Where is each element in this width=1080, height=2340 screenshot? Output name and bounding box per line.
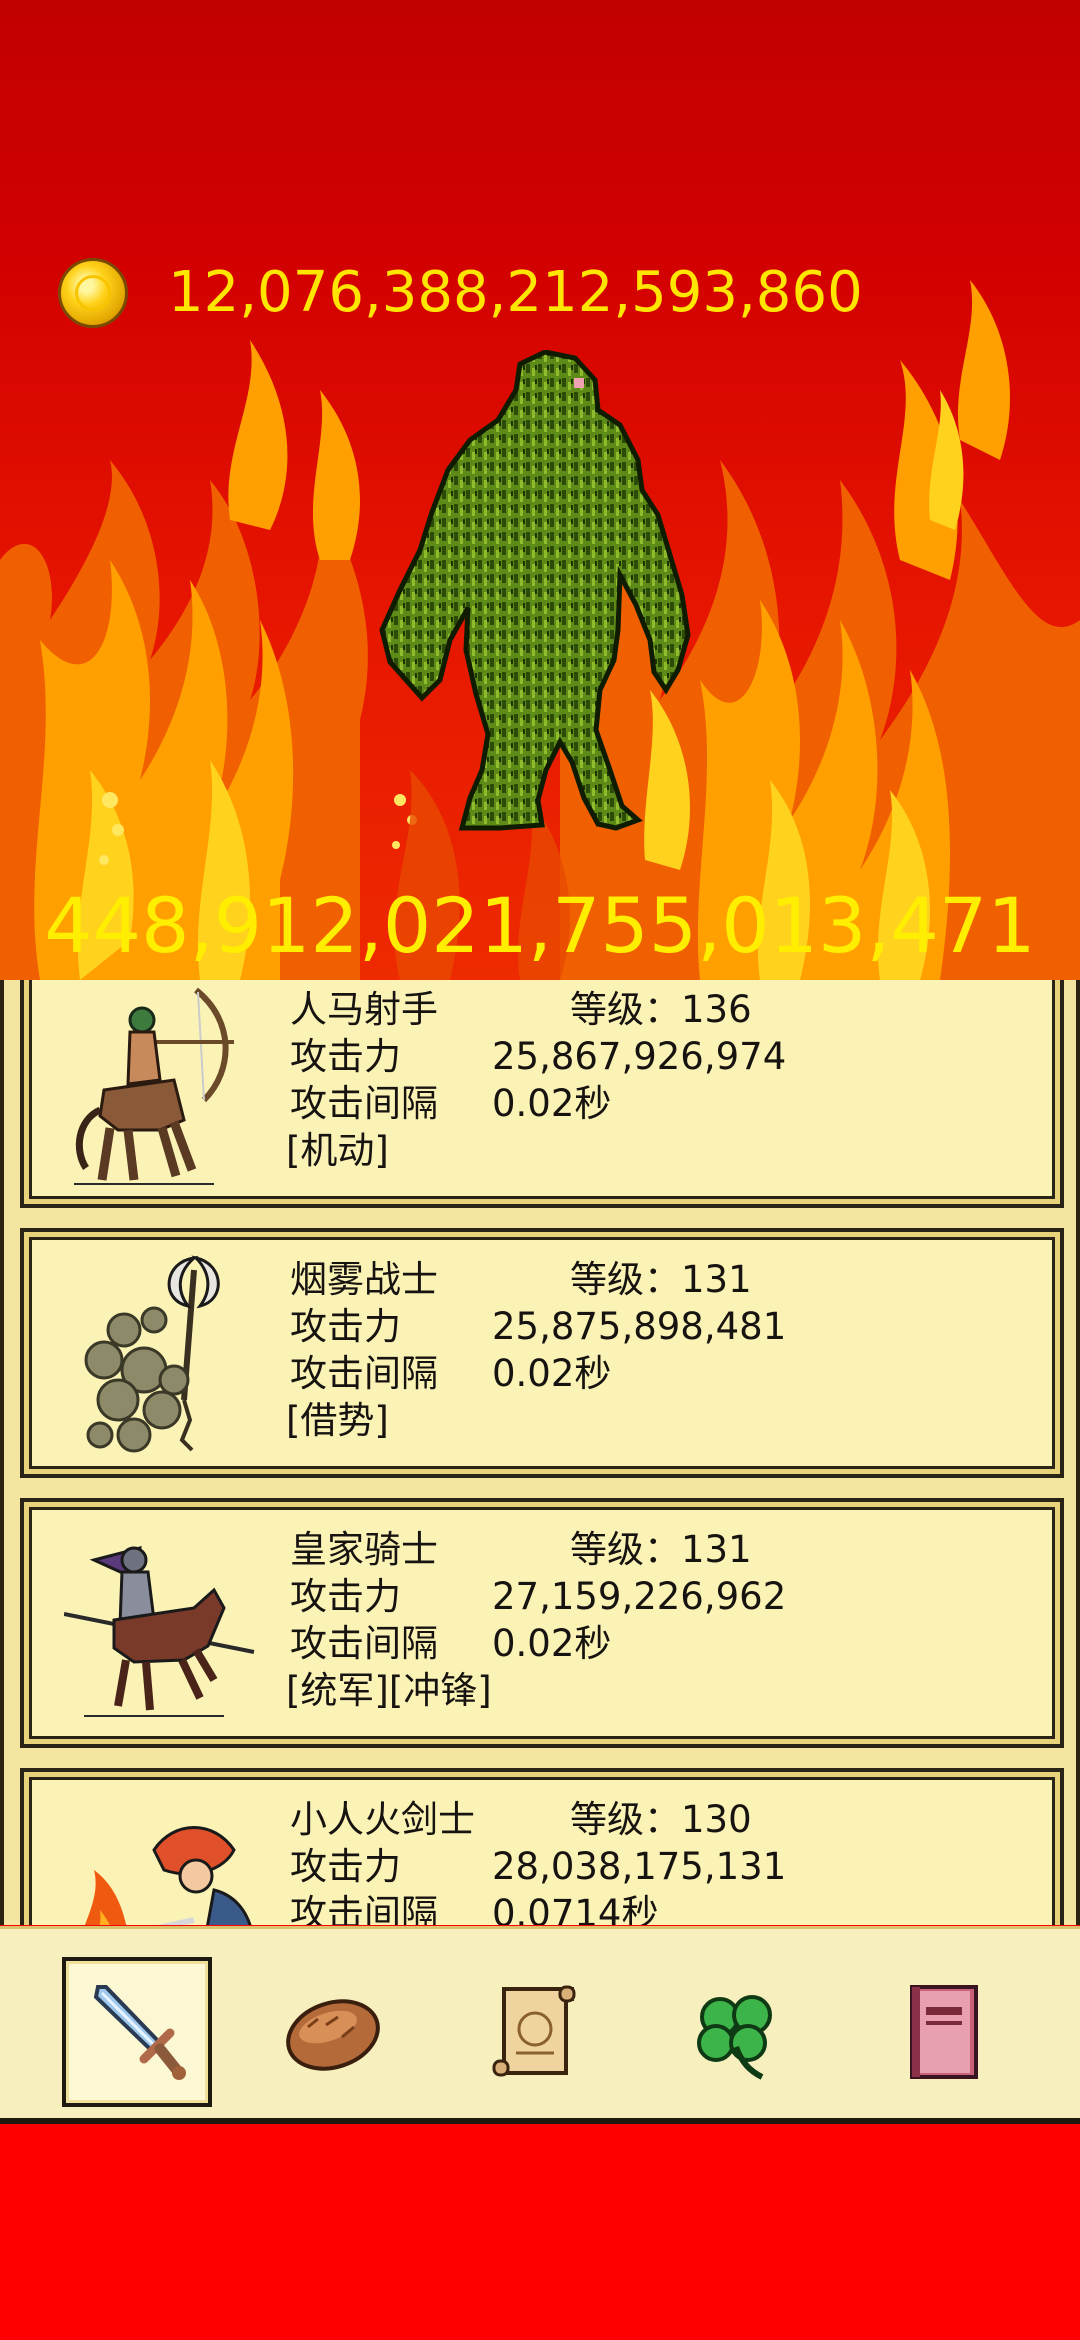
hero-tags: [机动] — [286, 1129, 389, 1172]
hero-card[interactable]: 烟雾战士 等级：131 攻击力 25,875,898,481 攻击间隔 0.02… — [20, 1228, 1064, 1478]
sword-icon — [93, 1985, 186, 2080]
hero-name: 皇家骑士 — [290, 1528, 438, 1571]
scroll-icon — [492, 1985, 576, 2077]
hero-level: 等级：136 — [570, 988, 752, 1031]
enemy-hp: 448,912,021,755,013,471 — [44, 881, 1036, 970]
interval-label: 攻击间隔 — [290, 1622, 438, 1665]
hero-card[interactable]: 人马射手 等级：136 攻击力 25,867,926,974 攻击间隔 0.02… — [20, 980, 1064, 1208]
attack-label: 攻击力 — [290, 1305, 401, 1348]
hero-name: 烟雾战士 — [290, 1258, 438, 1301]
hero-card[interactable]: 皇家骑士 等级：131 攻击力 27,159,226,962 攻击间隔 0.02… — [20, 1498, 1064, 1748]
clover-icon — [697, 1995, 772, 2080]
gold-coin-icon — [58, 258, 128, 328]
smoke-warrior-icon — [84, 1255, 220, 1453]
hero-level: 等级：131 — [570, 1258, 752, 1301]
hero-tags: [统军][冲锋] — [286, 1669, 492, 1712]
bottom-nav — [0, 1926, 1080, 2124]
interval-label: 攻击间隔 — [290, 1352, 438, 1395]
interval-label: 攻击间隔 — [290, 1892, 438, 1925]
nav-scroll-button[interactable] — [460, 1957, 610, 2107]
attack-value: 27,159,226,962 — [492, 1575, 787, 1618]
interval-value: 0.0714秒 — [492, 1892, 659, 1925]
nav-food-button[interactable] — [258, 1957, 408, 2107]
nav-heroes-button[interactable] — [62, 1957, 212, 2107]
attack-label: 攻击力 — [290, 1035, 401, 1078]
attack-label: 攻击力 — [290, 1845, 401, 1888]
battle-scene: 12,076,388,212,593,860 448,912,021,755,0… — [0, 0, 1080, 980]
hero-level: 等级：130 — [570, 1798, 752, 1841]
centaur-archer-icon — [74, 987, 234, 1185]
hero-name: 小人火剑士 — [290, 1798, 475, 1841]
hero-name: 人马射手 — [290, 988, 438, 1031]
interval-value: 0.02秒 — [492, 1622, 612, 1665]
bread-icon — [286, 1999, 380, 2071]
nav-book-button[interactable] — [868, 1957, 1018, 2107]
bottom-background — [0, 2124, 1080, 2340]
interval-value: 0.02秒 — [492, 1352, 612, 1395]
hero-tags: [借势] — [286, 1399, 389, 1442]
gold-amount: 12,076,388,212,593,860 — [168, 260, 863, 325]
hero-card[interactable]: 小人火剑士 等级：130 攻击力 28,038,175,131 攻击间隔 0.0… — [20, 1768, 1064, 1925]
fire-swordsman-icon — [84, 1826, 252, 1925]
interval-label: 攻击间隔 — [290, 1082, 438, 1125]
nav-luck-button[interactable] — [662, 1957, 812, 2107]
moss-golem-monster[interactable] — [370, 350, 700, 850]
attack-label: 攻击力 — [290, 1575, 401, 1618]
attack-value: 28,038,175,131 — [492, 1845, 787, 1888]
hero-level: 等级：131 — [570, 1528, 752, 1571]
royal-knight-icon — [64, 1546, 255, 1717]
book-icon — [910, 1985, 978, 2079]
attack-value: 25,867,926,974 — [492, 1035, 787, 1078]
hero-list[interactable]: 人马射手 等级：136 攻击力 25,867,926,974 攻击间隔 0.02… — [0, 980, 1080, 1925]
attack-value: 25,875,898,481 — [492, 1305, 787, 1348]
interval-value: 0.02秒 — [492, 1082, 612, 1125]
